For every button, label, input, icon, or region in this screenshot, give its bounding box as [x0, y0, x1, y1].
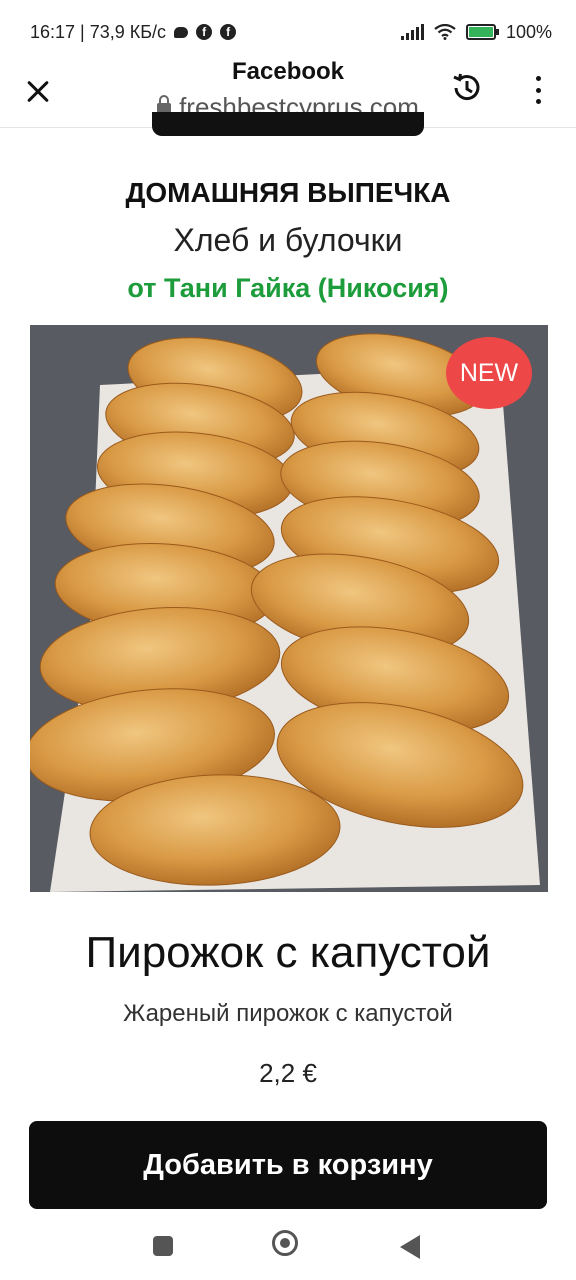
system-nav-bar	[0, 1212, 576, 1280]
recents-icon[interactable]	[153, 1236, 173, 1256]
history-icon[interactable]	[450, 71, 484, 105]
baker-link[interactable]: от Тани Гайка (Никосия)	[0, 273, 576, 304]
add-to-cart-button[interactable]: Добавить в корзину	[29, 1121, 547, 1209]
back-icon[interactable]	[400, 1235, 420, 1259]
category-heading: ДОМАШНЯЯ ВЫПЕЧКА	[125, 177, 451, 208]
status-left: 16:17 | 73,9 КБ/с f f	[30, 21, 237, 43]
more-vert-icon[interactable]	[530, 76, 546, 104]
product-price: 2,2 €	[259, 1058, 317, 1088]
status-time-speed: 16:17 | 73,9 КБ/с	[30, 21, 167, 42]
signal-icon	[400, 24, 424, 40]
home-icon[interactable]	[272, 1230, 298, 1256]
wifi-icon	[434, 24, 456, 40]
product-name: Пирожок с капустой	[85, 928, 491, 977]
product-image	[30, 325, 548, 892]
battery-level-fill	[468, 27, 493, 37]
facebook-icon: f	[196, 24, 213, 40]
message-icon	[174, 26, 189, 38]
product-description: Жареный пирожок с капустой	[123, 1000, 453, 1027]
status-right: 100%	[400, 21, 552, 43]
new-badge: NEW	[446, 337, 532, 409]
facebook-icon: f	[220, 24, 237, 40]
status-bar: 16:17 | 73,9 КБ/с f f 100%	[0, 0, 576, 64]
subcategory-heading: Хлеб и булочки	[173, 222, 403, 258]
battery-percent: 100%	[505, 21, 552, 42]
battery-charging-icon	[465, 24, 499, 40]
top-banner-edge	[152, 112, 424, 136]
page-title: Facebook	[231, 58, 345, 85]
